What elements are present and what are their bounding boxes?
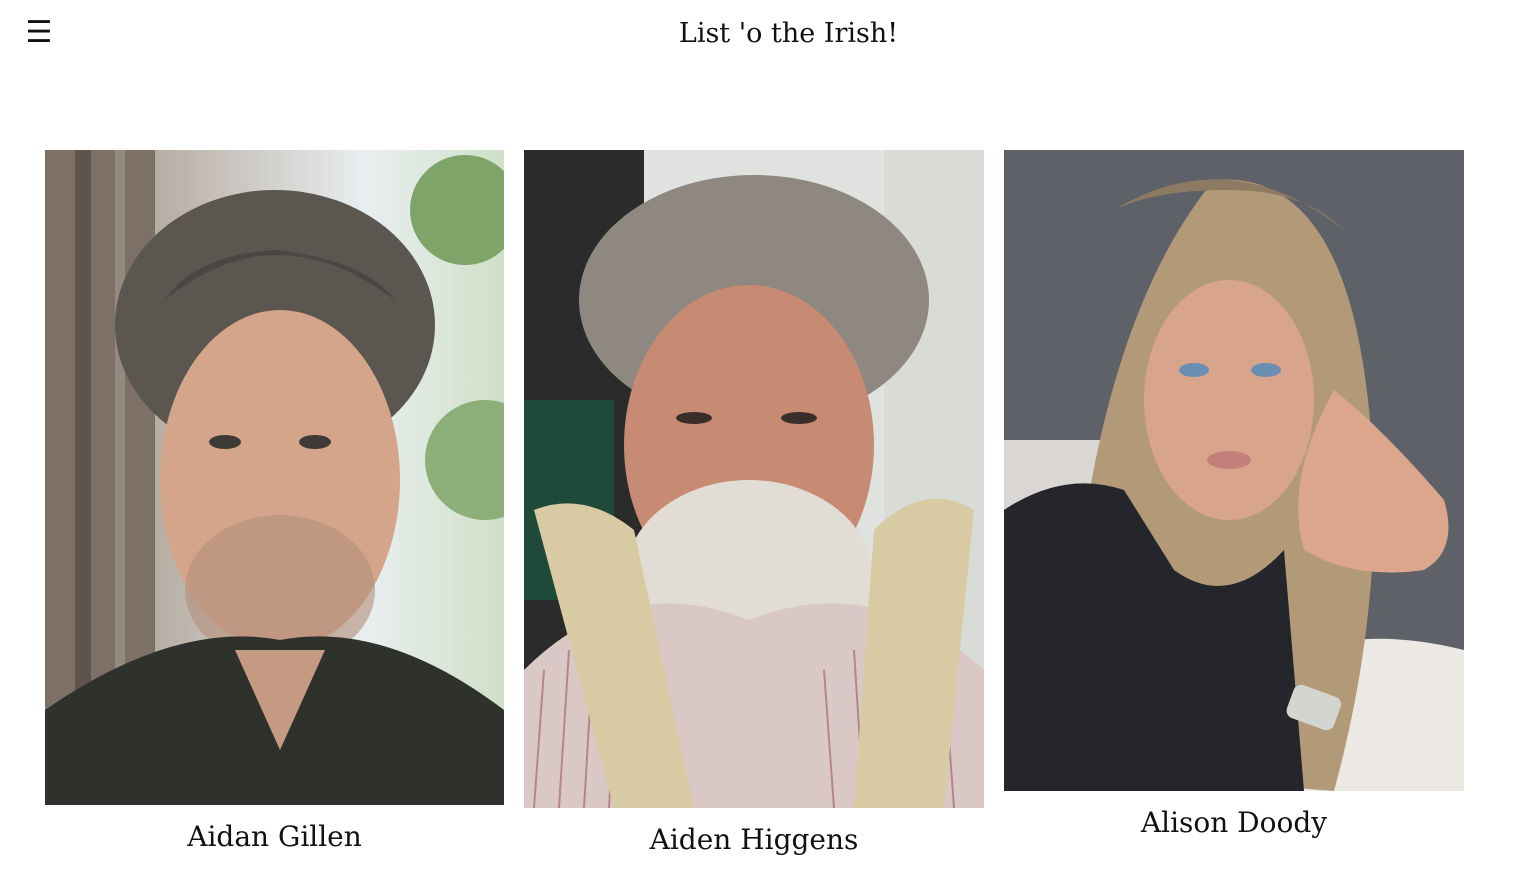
page-title: List 'o the Irish! xyxy=(678,18,899,49)
person-card[interactable]: Alison Doody xyxy=(1004,150,1464,839)
person-card[interactable]: Aiden Higgens xyxy=(524,150,984,856)
person-name[interactable]: Aiden Higgens xyxy=(524,820,984,860)
person-card[interactable]: Aidan Gillen xyxy=(45,150,504,853)
person-name[interactable]: Aidan Gillen xyxy=(45,817,504,857)
person-photo[interactable] xyxy=(1004,150,1464,791)
person-photo[interactable] xyxy=(524,150,984,808)
person-photo[interactable] xyxy=(45,150,504,805)
person-name[interactable]: Alison Doody xyxy=(1004,803,1464,843)
